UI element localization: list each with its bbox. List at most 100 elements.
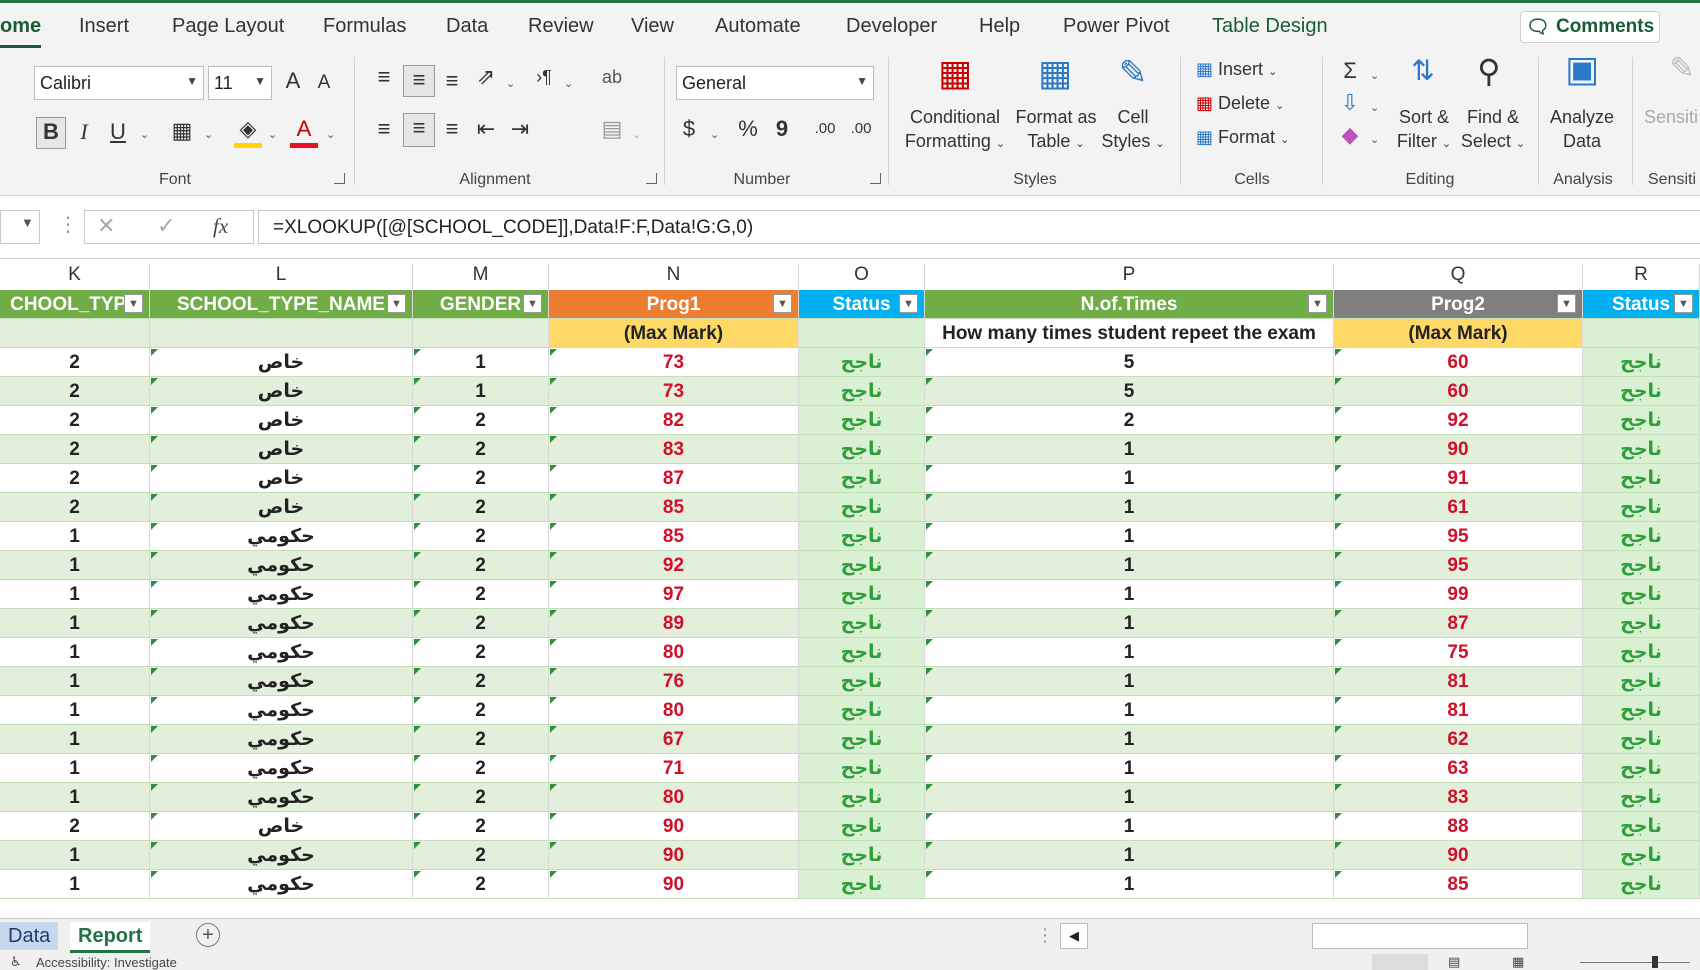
table-cell[interactable]: حكومي <box>150 696 413 725</box>
table-cell[interactable]: 85 <box>1334 870 1583 899</box>
table-cell[interactable]: 2 <box>413 638 549 667</box>
zoom-slider-thumb[interactable] <box>1652 956 1658 968</box>
table-cell[interactable]: 91 <box>1334 464 1583 493</box>
table-cell[interactable]: 5 <box>925 348 1334 377</box>
table-cell[interactable]: ناجح <box>799 348 925 377</box>
merge-center-icon[interactable]: ▤ <box>598 115 626 143</box>
chevron-down-icon[interactable]: ⌄ <box>506 77 515 90</box>
column-header-k[interactable]: K <box>0 264 150 290</box>
align-middle-icon[interactable]: ≡ <box>403 65 435 97</box>
table-cell[interactable]: 61 <box>1334 493 1583 522</box>
table-subheader-cell[interactable] <box>0 319 150 348</box>
filter-dropdown-icon[interactable]: ▼ <box>387 294 406 313</box>
table-header-cell[interactable]: N.of.Times ▼ <box>925 290 1334 319</box>
dialog-launcher-icon[interactable] <box>646 173 657 184</box>
table-cell[interactable]: 1 <box>925 435 1334 464</box>
table-cell[interactable]: 99 <box>1334 580 1583 609</box>
column-header-m[interactable]: M <box>413 264 549 290</box>
autosum-icon[interactable]: Σ <box>1336 57 1364 85</box>
table-cell[interactable]: حكومي <box>150 783 413 812</box>
table-cell[interactable]: ناجح <box>1583 551 1700 580</box>
table-cell[interactable]: ناجح <box>799 464 925 493</box>
italic-button[interactable]: I <box>72 118 96 146</box>
table-cell[interactable]: 1 <box>925 580 1334 609</box>
table-cell[interactable]: 92 <box>549 551 799 580</box>
table-cell[interactable]: خاص <box>150 464 413 493</box>
tab-formulas[interactable]: Formulas <box>323 15 406 38</box>
table-cell[interactable]: 2 <box>0 377 150 406</box>
column-header-o[interactable]: O <box>799 264 925 290</box>
table-header-cell[interactable]: Prog1 ▼ <box>549 290 799 319</box>
table-cell[interactable]: 80 <box>549 638 799 667</box>
table-cell[interactable]: ناجح <box>799 696 925 725</box>
column-header-r[interactable]: R <box>1583 264 1700 290</box>
table-cell[interactable]: 1 <box>925 870 1334 899</box>
chevron-down-icon[interactable]: ⌄ <box>1370 101 1379 114</box>
cell-styles-icon[interactable]: ✎ <box>1112 56 1154 99</box>
table-cell[interactable]: ناجح <box>799 377 925 406</box>
comments-button[interactable]: 🗨 Comments <box>1520 11 1660 43</box>
number-format-dropdown[interactable]: General ▼ <box>676 66 874 100</box>
table-cell[interactable]: 83 <box>1334 783 1583 812</box>
table-cell[interactable]: ناجح <box>799 580 925 609</box>
filter-dropdown-icon[interactable]: ▼ <box>1308 294 1327 313</box>
increase-indent-icon[interactable]: ⇥ <box>506 115 534 143</box>
bold-button[interactable]: B <box>36 117 66 149</box>
tab-automate[interactable]: Automate <box>715 15 801 38</box>
table-cell[interactable]: ناجح <box>1583 493 1700 522</box>
table-cell[interactable]: خاص <box>150 377 413 406</box>
table-cell[interactable]: ناجح <box>799 812 925 841</box>
format-cells-button[interactable]: ▦ Format ⌄ <box>1196 127 1289 148</box>
table-cell[interactable]: 92 <box>1334 406 1583 435</box>
column-header-n[interactable]: N <box>549 264 799 290</box>
filter-dropdown-icon[interactable]: ▼ <box>1674 294 1693 313</box>
table-cell[interactable]: 1 <box>0 580 150 609</box>
find-select-button[interactable]: Find & Select ⌄ <box>1456 105 1530 156</box>
table-cell[interactable]: 2 <box>413 696 549 725</box>
table-cell[interactable]: 1 <box>0 783 150 812</box>
table-cell[interactable]: 90 <box>1334 841 1583 870</box>
fill-color-icon[interactable]: ◈ <box>234 115 262 148</box>
table-cell[interactable]: 2 <box>0 493 150 522</box>
font-size-dropdown[interactable]: 11 ▼ <box>208 66 272 100</box>
table-cell[interactable]: ناجح <box>799 638 925 667</box>
table-cell[interactable]: 85 <box>549 493 799 522</box>
fill-icon[interactable]: ⇩ <box>1336 89 1364 117</box>
table-cell[interactable]: ناجح <box>1583 377 1700 406</box>
table-cell[interactable]: 1 <box>413 377 549 406</box>
table-cell[interactable]: ناجح <box>799 522 925 551</box>
table-cell[interactable]: 5 <box>925 377 1334 406</box>
tab-power-pivot[interactable]: Power Pivot <box>1063 15 1170 38</box>
percent-button[interactable]: % <box>734 115 762 143</box>
table-cell[interactable]: 80 <box>549 696 799 725</box>
table-cell[interactable]: 75 <box>1334 638 1583 667</box>
table-cell[interactable]: ناجح <box>799 667 925 696</box>
increase-decimal-button[interactable]: .00 <box>808 115 842 143</box>
format-as-table-icon[interactable]: ▦ <box>1034 55 1076 99</box>
delete-cells-button[interactable]: ▦ Delete ⌄ <box>1196 93 1284 114</box>
page-break-view-icon[interactable]: ▦ <box>1512 954 1524 970</box>
table-cell[interactable]: خاص <box>150 406 413 435</box>
table-cell[interactable]: 1 <box>925 464 1334 493</box>
tab-insert[interactable]: Insert <box>79 15 129 38</box>
chevron-down-icon[interactable]: ⌄ <box>204 128 213 141</box>
wrap-text-icon[interactable]: ab <box>598 63 626 91</box>
table-subheader-cell[interactable] <box>1583 319 1700 348</box>
decrease-indent-icon[interactable]: ⇤ <box>472 115 500 143</box>
table-cell[interactable]: ناجح <box>1583 435 1700 464</box>
tab-table-design[interactable]: Table Design <box>1212 15 1328 38</box>
table-cell[interactable]: ناجح <box>1583 580 1700 609</box>
table-cell[interactable]: 71 <box>549 754 799 783</box>
table-cell[interactable]: ناجح <box>799 783 925 812</box>
tab-view[interactable]: View <box>631 15 674 38</box>
table-cell[interactable]: 67 <box>549 725 799 754</box>
enter-icon[interactable]: ✓ <box>157 213 175 239</box>
table-cell[interactable]: 97 <box>549 580 799 609</box>
align-top-icon[interactable]: ≡ <box>370 63 398 91</box>
table-cell[interactable]: 90 <box>1334 435 1583 464</box>
table-cell[interactable]: 90 <box>549 870 799 899</box>
chevron-down-icon[interactable]: ⌄ <box>268 128 277 141</box>
chevron-down-icon[interactable]: ⌄ <box>710 128 719 141</box>
table-cell[interactable]: خاص <box>150 435 413 464</box>
decrease-decimal-button[interactable]: .00 <box>844 115 878 143</box>
